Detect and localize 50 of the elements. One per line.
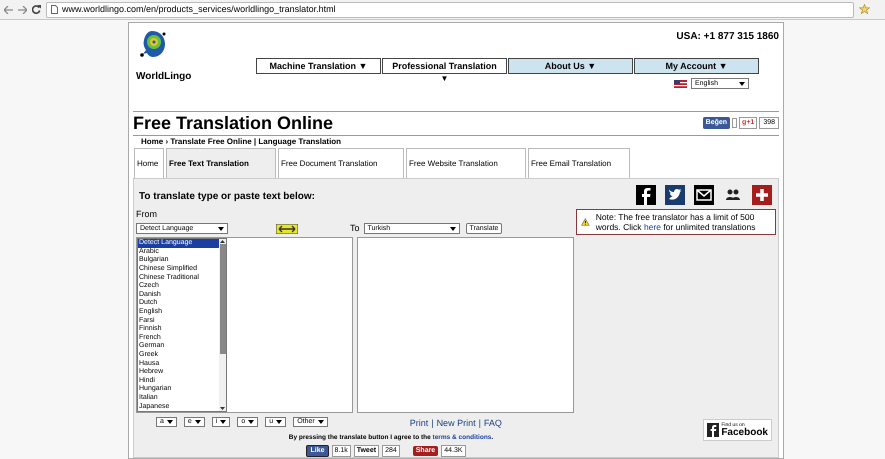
to-label: To <box>350 222 360 235</box>
page-title: Free Translation Online <box>133 112 334 135</box>
nav-menu-button[interactable]: About Us ▼ <box>508 58 633 74</box>
badge-title: Facebook <box>721 428 768 438</box>
nav-menu-button[interactable]: My Account ▼ <box>634 58 759 74</box>
caret-icon <box>194 420 201 424</box>
facebook-icon <box>707 423 720 438</box>
caret-icon <box>276 420 282 424</box>
nav-menu-button[interactable]: Machine Translation ▼ <box>256 58 381 74</box>
swap-arrows-icon[interactable] <box>276 224 298 234</box>
caret-icon <box>166 420 173 424</box>
caret-icon <box>248 420 254 424</box>
twitter-icon[interactable] <box>665 185 685 206</box>
facebook-icon[interactable] <box>636 185 656 206</box>
section-heading: To translate type or paste text below: <box>139 190 316 204</box>
page-icon <box>51 5 58 14</box>
tab[interactable]: Free Document Translation <box>278 148 404 178</box>
footer-link[interactable]: Print <box>410 417 428 431</box>
caret-icon <box>318 420 324 424</box>
footer-link[interactable]: FAQ <box>484 417 502 431</box>
note-text: Note: The free translator has a limit of 500 words. Click here for unlimited translations <box>596 212 756 232</box>
logo-text: WorldLingo <box>136 70 192 84</box>
breadcrumb: Home › Translate Free Online | Language Translation <box>141 136 342 148</box>
phone-number: USA: +1 877 315 1860 <box>676 30 779 44</box>
address-bar[interactable]: www.worldlingo.com/en/products_services/worldlingo_translator.html <box>46 2 854 18</box>
forward-icon[interactable] <box>18 6 27 14</box>
tab[interactable]: Free Text Translation <box>166 148 276 178</box>
tab[interactable]: Home <box>134 148 164 178</box>
caret-icon <box>450 226 456 230</box>
nav-menu-button[interactable]: Professional Translation <box>382 58 507 74</box>
plus-icon[interactable] <box>752 185 772 206</box>
reload-icon[interactable] <box>32 5 41 14</box>
mail-icon[interactable] <box>694 185 714 206</box>
caret-icon <box>739 82 745 86</box>
caret-icon <box>218 226 224 230</box>
from-label: From <box>136 208 158 222</box>
here-link[interactable]: here <box>644 222 661 232</box>
tab[interactable]: Free Email Translation <box>528 148 630 178</box>
scrollbar[interactable] <box>219 239 226 412</box>
star-icon[interactable] <box>859 4 870 15</box>
link-separator: | <box>431 417 434 430</box>
url-text: www.worldlingo.com/en/products_services/worldlingo_translator.html <box>62 2 336 16</box>
link-separator: | <box>478 417 481 430</box>
scroll-down-icon[interactable] <box>220 406 225 412</box>
flag-icon <box>674 80 687 88</box>
caret-text: ▼ <box>440 74 448 84</box>
footer-link[interactable]: New Print <box>436 417 476 431</box>
tab[interactable]: Free Website Translation <box>406 148 526 178</box>
caret-icon <box>220 420 226 424</box>
back-icon[interactable] <box>4 6 13 14</box>
